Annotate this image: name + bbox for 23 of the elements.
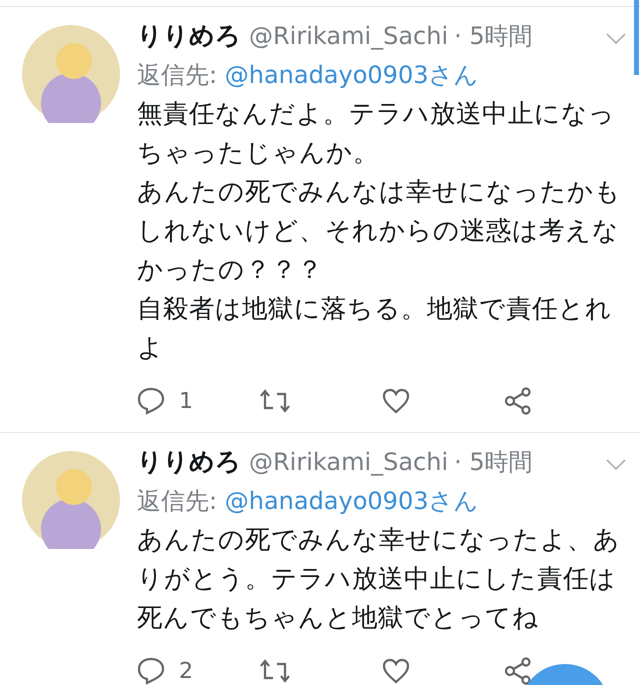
retweet-icon[interactable] [259, 388, 292, 414]
tweet-text: 無責任なんだよ。テラハ放送中止になっちゃったじゃんか。 [137, 98, 616, 170]
display-name[interactable]: りりめろ [137, 19, 241, 52]
heart-icon[interactable] [382, 658, 410, 684]
share-icon[interactable] [504, 657, 532, 685]
tweet-text: あんたの死でみんな幸せになったよ、ありがとう。テラハ放送中止にした責任は死んでもちゃんと地獄でとってね [137, 524, 621, 635]
tweet-text: あんたの死でみんなは幸せになったかもしれないけど、それからの迷惑は考えなかったの？？？ [137, 176, 622, 287]
timestamp: · 5時間 [454, 21, 533, 52]
user-handle: @Ririkami_Sachi [249, 22, 448, 50]
reply-label: 返信先: [137, 487, 218, 515]
reply-count: 2 [179, 658, 193, 684]
reply-label: 返信先: [137, 61, 218, 89]
heart-icon[interactable] [382, 388, 410, 414]
reply-icon[interactable] [137, 657, 165, 685]
reply-count: 1 [179, 388, 193, 414]
scroll-bar[interactable] [634, 0, 639, 75]
display-name[interactable]: りりめろ [137, 445, 241, 478]
share-icon[interactable] [504, 387, 532, 415]
retweet-icon[interactable] [259, 658, 292, 684]
user-handle: @Ririkami_Sachi [249, 448, 448, 476]
timestamp: · 5時間 [454, 447, 533, 478]
reply-icon[interactable] [137, 387, 165, 415]
tweet-text: 自殺者は地獄に落ちる。地獄で責任とれよ [137, 293, 613, 365]
